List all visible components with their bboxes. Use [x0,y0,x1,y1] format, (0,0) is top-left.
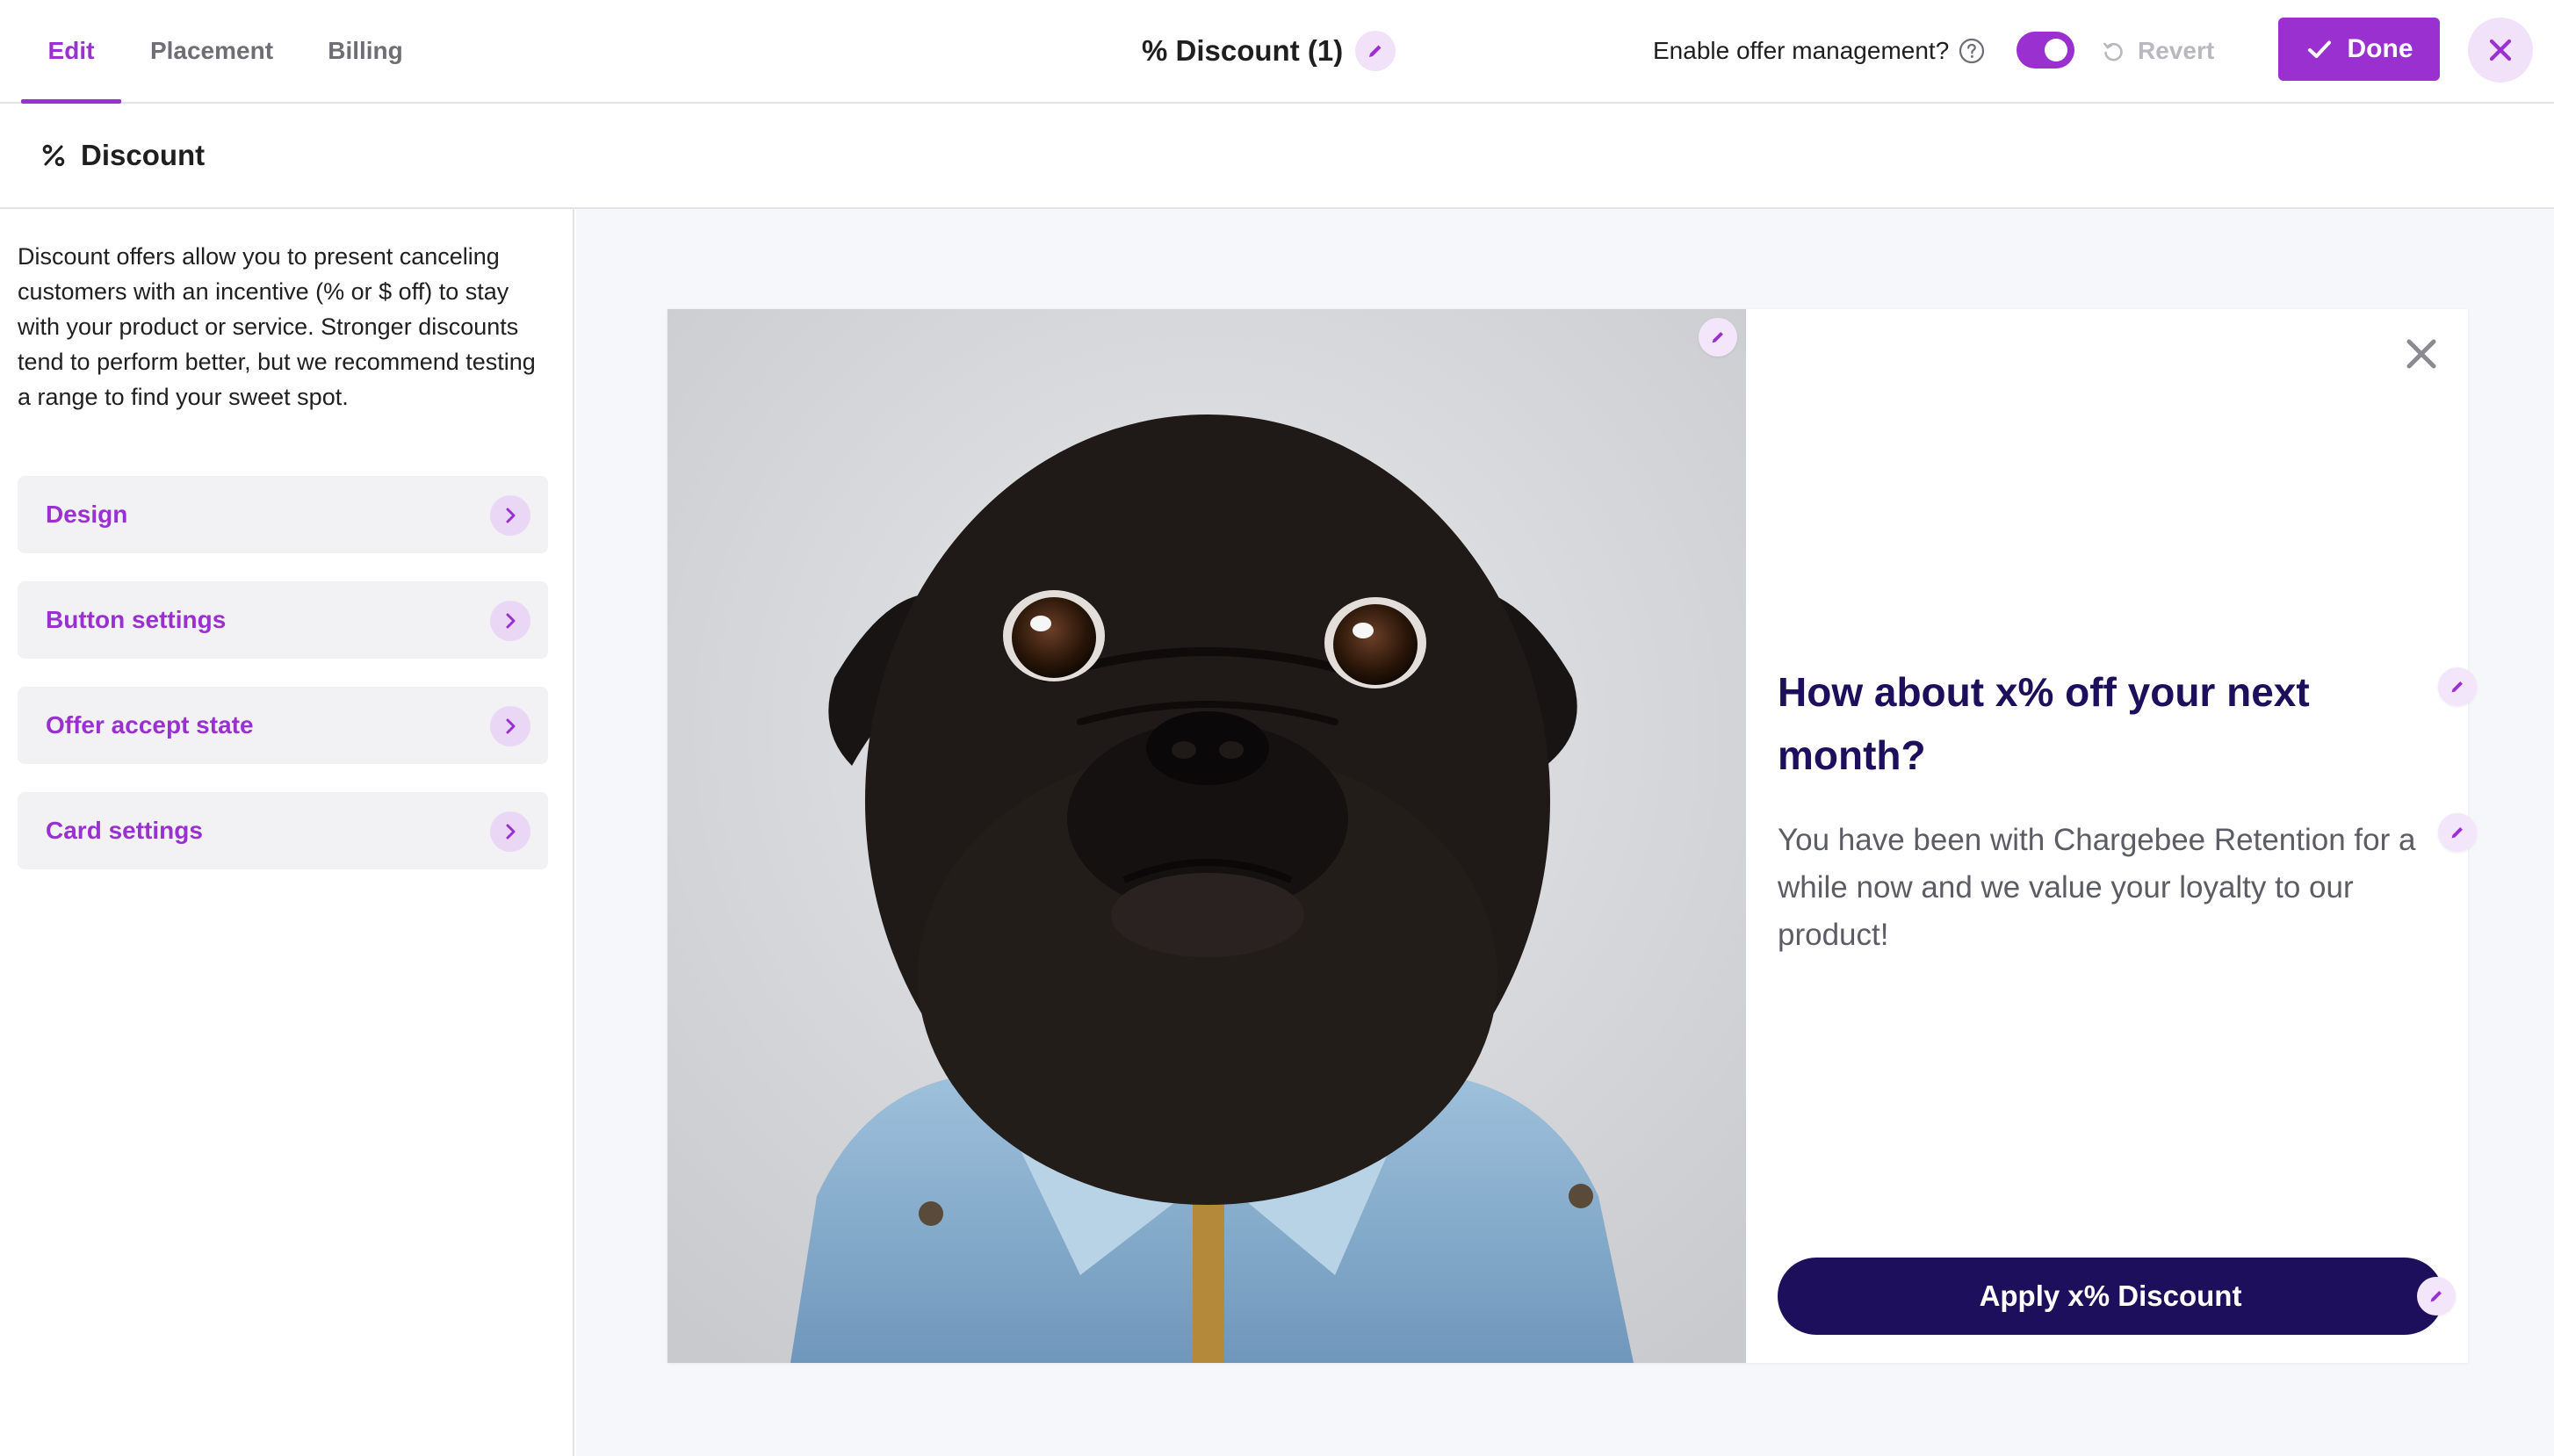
settings-sidebar: Discount offers allow you to present can… [0,209,574,1456]
offer-management-label: Enable offer management? [1653,37,1950,64]
sidebar-item-label: Design [46,501,128,528]
apply-discount-label: Apply x% Discount [1979,1279,2242,1312]
edit-button-button[interactable] [2417,1277,2456,1315]
check-icon [2307,40,2331,58]
offer-management-control: Enable offer management? [1653,26,1986,76]
pencil-icon [2451,827,2463,839]
tab-edit-label: Edit [47,37,95,64]
top-bar: Edit Placement Billing % Discount (1) En… [0,0,2554,104]
page-title: % Discount (1) [1142,34,1344,67]
percent-icon [42,144,65,167]
offer-preview-area: How about x% off your next month? You ha… [576,209,2554,1456]
offer-image[interactable] [667,309,1746,1363]
sidebar-item-offer-accept-state[interactable]: Offer accept state [18,687,548,764]
pencil-icon [1369,45,1382,57]
offer-description: Discount offers allow you to present can… [18,243,536,410]
tab-placement-label: Placement [149,37,274,64]
done-label: Done [2347,34,2413,63]
revert-label: Revert [2138,37,2215,64]
offer-title-group: % Discount (1) [1142,26,1396,76]
revert-button[interactable]: Revert [2101,26,2214,76]
sidebar-item-label: Offer accept state [46,711,254,739]
pug-photo [667,309,1746,1363]
offer-headline[interactable]: How about x% off your next month? [1778,660,2410,787]
chevron-right-icon [490,495,530,536]
chevron-right-icon [490,706,530,746]
sidebar-item-label: Button settings [46,606,227,633]
tab-placement[interactable]: Placement [137,0,286,102]
close-icon [2489,39,2512,61]
sidebar-item-button-settings[interactable]: Button settings [18,581,548,659]
sidebar-item-card-settings[interactable]: Card settings [18,792,548,869]
help-icon[interactable] [1958,37,1986,65]
tab-edit[interactable]: Edit [21,0,121,104]
chevron-right-icon [490,811,530,852]
offer-body-text[interactable]: You have been with Chargebee Retention f… [1778,817,2428,959]
offer-card: How about x% off your next month? You ha… [667,309,2477,1363]
offer-type-header: Discount [0,104,2554,209]
edit-image-button[interactable] [1699,318,1737,357]
toggle-knob [2045,39,2067,61]
apply-discount-button[interactable]: Apply x% Discount [1778,1258,2443,1335]
tab-billing[interactable]: Billing [313,0,418,102]
offer-type-title: Discount [81,139,206,171]
done-button[interactable]: Done [2278,18,2440,81]
pencil-icon [1712,332,1723,343]
pencil-icon [2451,681,2463,693]
sidebar-item-label: Card settings [46,817,203,844]
pencil-icon [2430,1291,2442,1302]
close-editor-button[interactable] [2468,18,2533,83]
card-close-button[interactable] [2399,332,2443,376]
undo-icon [2103,42,2123,61]
chevron-right-icon [490,601,530,641]
edit-title-button[interactable] [1355,31,1396,71]
edit-headline-button[interactable] [2438,667,2477,706]
sidebar-item-design[interactable]: Design [18,476,548,553]
tab-billing-label: Billing [328,37,403,64]
close-icon [2406,339,2436,369]
edit-body-button[interactable] [2438,813,2477,852]
offer-management-toggle[interactable] [2017,32,2074,68]
